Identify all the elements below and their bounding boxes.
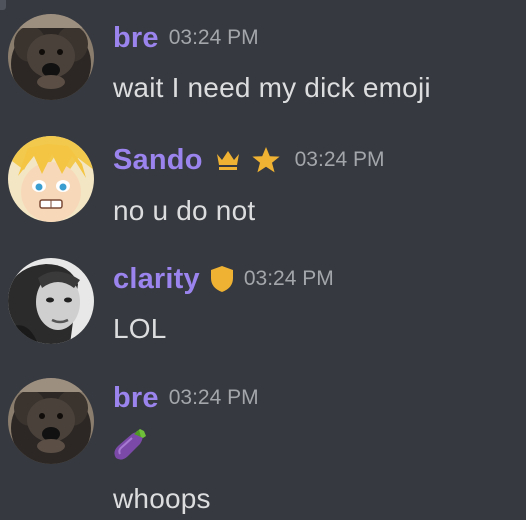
- message-text: LOL: [113, 313, 167, 344]
- eggplant-emoji[interactable]: [110, 428, 148, 462]
- username[interactable]: bre: [113, 22, 159, 55]
- message-text: wait I need my dick emoji: [113, 72, 431, 103]
- username[interactable]: Sando: [113, 144, 203, 177]
- shield-icon: [210, 265, 234, 293]
- timestamp[interactable]: 03:24 PM: [295, 148, 385, 172]
- message-header: Sando 03:24 PM: [113, 143, 385, 177]
- username[interactable]: clarity: [113, 263, 200, 296]
- message-text: no u do not: [113, 195, 256, 226]
- message-header: clarity 03:24 PM: [113, 262, 334, 296]
- message-text: whoops: [113, 483, 211, 514]
- username[interactable]: bre: [113, 382, 159, 415]
- star-icon: [251, 146, 281, 174]
- message-header: bre 03:24 PM: [113, 381, 259, 415]
- woman-portrait-avatar-icon[interactable]: [8, 258, 94, 344]
- timestamp[interactable]: 03:24 PM: [169, 386, 259, 410]
- dog-avatar-icon[interactable]: [8, 378, 94, 464]
- timestamp[interactable]: 03:24 PM: [244, 267, 334, 291]
- message-header: bre 03:24 PM: [113, 21, 259, 55]
- crown-icon: [215, 148, 241, 172]
- timestamp[interactable]: 03:24 PM: [169, 26, 259, 50]
- dog-avatar-icon[interactable]: [8, 14, 94, 100]
- chat-message-list: bre 03:24 PM wait I need my dick emoji S…: [0, 0, 526, 520]
- anime-boy-avatar-icon[interactable]: [8, 136, 94, 222]
- scrollbar-nub[interactable]: [0, 0, 6, 10]
